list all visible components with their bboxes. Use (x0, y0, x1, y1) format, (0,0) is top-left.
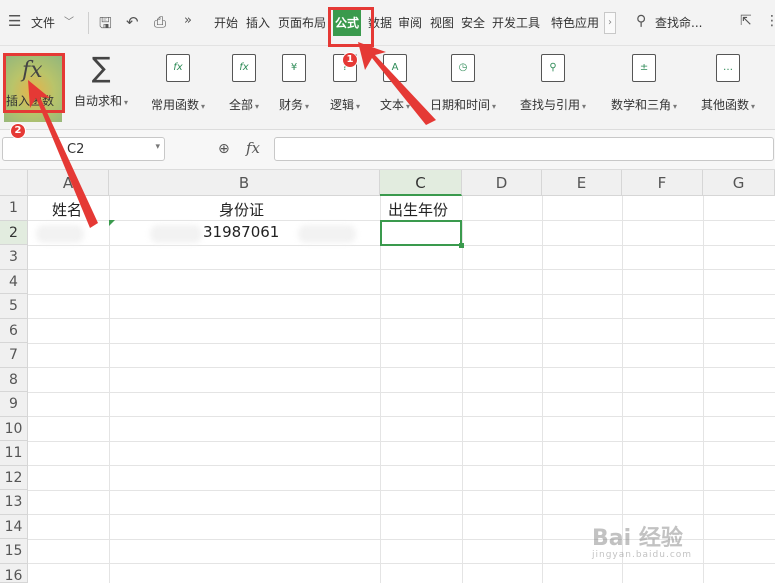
zoom-icon[interactable]: ⊕ (218, 141, 230, 157)
highlight-formula-tab (328, 7, 374, 47)
share-icon[interactable]: ⇱ (740, 13, 752, 29)
menu-bar: ☰ 文件 ﹀ 🖫 ↶ ⎙ » 开始 插入 页面布局 公式 数据 审阅 视图 安全… (0, 0, 775, 46)
step-badge-2: 2 (10, 123, 26, 139)
row-header-14[interactable]: 14 (0, 514, 28, 539)
row-header-6[interactable]: 6 (0, 318, 28, 343)
redacted-id-prefix (150, 225, 202, 243)
cell-a1[interactable]: 姓名 (52, 199, 82, 220)
text-functions-button[interactable]: A 文本 ▾ (380, 54, 410, 113)
divider (88, 12, 89, 34)
name-box[interactable]: C2 ▾ (2, 137, 165, 161)
step-badge-1: 1 (342, 52, 358, 68)
autosum-button[interactable]: ∑ 自动求和 ▾ (74, 54, 128, 109)
lookup-reference-button[interactable]: ⚲ 查找与引用 ▾ (520, 54, 586, 113)
chevron-down-icon[interactable]: ▾ (155, 142, 160, 152)
select-all-corner[interactable] (0, 170, 28, 196)
column-header-a[interactable]: A (28, 170, 109, 196)
column-header-e[interactable]: E (542, 170, 622, 196)
more-icon[interactable]: ⋮ (765, 13, 775, 29)
search-book-icon: ⚲ (541, 54, 566, 82)
fx-icon[interactable]: fx (246, 139, 260, 157)
chevron-down-icon[interactable]: ﹀ (64, 13, 74, 28)
tab-review[interactable]: 审阅 (398, 10, 422, 36)
search-command[interactable]: 查找命... (655, 14, 702, 31)
row-header-4[interactable]: 4 (0, 269, 28, 294)
text-book-icon: A (383, 54, 408, 82)
search-icon[interactable]: ⚲ (636, 13, 646, 29)
redacted-name (36, 225, 84, 243)
formula-input[interactable] (274, 137, 774, 161)
row-header-3[interactable]: 3 (0, 245, 28, 270)
tab-insert[interactable]: 插入 (246, 10, 270, 36)
formula-bar: C2 ▾ ⊕ fx (0, 130, 775, 170)
tab-developer[interactable]: 开发工具 (492, 10, 540, 36)
cell-c2-selected[interactable] (380, 220, 464, 248)
common-functions-button[interactable]: fx 常用函数 ▾ (151, 54, 205, 113)
name-box-value: C2 (67, 142, 85, 157)
tab-home[interactable]: 开始 (214, 10, 238, 36)
row-header-13[interactable]: 13 (0, 490, 28, 515)
column-header-b[interactable]: B (109, 170, 380, 196)
column-header-c[interactable]: C (380, 170, 462, 196)
math-book-icon: ± (632, 54, 657, 82)
row-header-2[interactable]: 2 (0, 220, 28, 245)
column-header-f[interactable]: F (622, 170, 703, 196)
row-header-11[interactable]: 11 (0, 441, 28, 466)
file-menu[interactable]: 文件 (31, 14, 55, 31)
tab-security[interactable]: 安全 (461, 10, 485, 36)
cell-b1[interactable]: 身份证 (219, 199, 264, 220)
tab-special-apps[interactable]: 特色应用 (551, 10, 603, 36)
row-header-7[interactable]: 7 (0, 343, 28, 368)
tab-page-layout[interactable]: 页面布局 (278, 10, 326, 36)
math-trig-button[interactable]: ± 数学和三角 ▾ (611, 54, 677, 113)
row-header-16[interactable]: 16 (0, 563, 28, 583)
row-header-12[interactable]: 12 (0, 465, 28, 490)
more-book-icon: … (716, 54, 741, 82)
tab-view[interactable]: 视图 (430, 10, 454, 36)
column-header-g[interactable]: G (703, 170, 775, 196)
cell-b2[interactable]: 31987061 (203, 223, 279, 241)
undo-icon[interactable]: ↶ (126, 13, 139, 31)
row-header-8[interactable]: 8 (0, 367, 28, 392)
hamburger-icon[interactable]: ☰ (8, 12, 21, 30)
tabs-scroll-right-button[interactable]: › (604, 12, 616, 34)
fx-star-icon: fx (166, 54, 191, 82)
yen-book-icon: ¥ (282, 54, 307, 82)
double-chevron-icon[interactable]: » (184, 13, 192, 28)
clock-book-icon: ◷ (451, 54, 476, 82)
redacted-id-suffix (298, 225, 356, 243)
row-header-15[interactable]: 15 (0, 539, 28, 564)
column-header-d[interactable]: D (462, 170, 542, 196)
cell-c1[interactable]: 出生年份 (388, 199, 448, 220)
row-header-10[interactable]: 10 (0, 416, 28, 441)
error-indicator (109, 220, 115, 226)
financial-button[interactable]: ¥ 财务 ▾ (279, 54, 309, 113)
date-time-button[interactable]: ◷ 日期和时间 ▾ (430, 54, 496, 113)
row-header-1[interactable]: 1 (0, 196, 28, 221)
row-header-9[interactable]: 9 (0, 392, 28, 417)
print-icon[interactable]: ⎙ (154, 13, 166, 31)
formula-ribbon: fx 插入函数 ∑ 自动求和 ▾ fx 常用函数 ▾ fx 全部 ▾ ¥ 财务 ▾ ? … (0, 46, 775, 130)
other-functions-button[interactable]: … 其他函数 ▾ (701, 54, 755, 113)
highlight-insert-function (3, 53, 65, 113)
row-header-5[interactable]: 5 (0, 294, 28, 319)
baidu-watermark: Bai 经验 jingyan.baidu.com (592, 526, 693, 560)
save-icon[interactable]: 🖫 (99, 13, 112, 38)
all-functions-button[interactable]: fx 全部 ▾ (229, 54, 259, 113)
fx-book-icon: fx (232, 54, 257, 82)
sigma-icon: ∑ (91, 51, 111, 84)
